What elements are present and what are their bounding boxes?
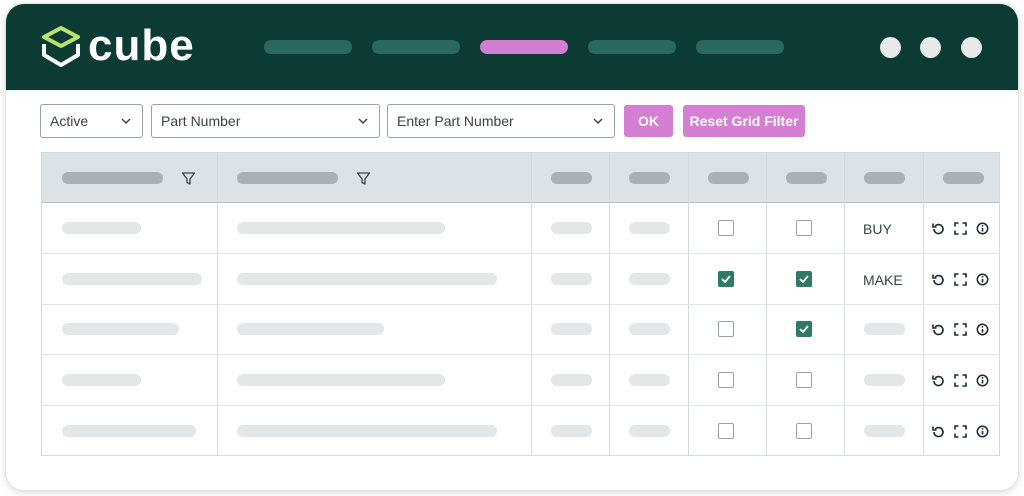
row-divider: [42, 304, 999, 305]
status-select-value: Active: [50, 113, 89, 129]
chevron-down-icon: [121, 118, 131, 125]
cell-placeholder: [551, 323, 592, 335]
row-4-col5-checkbox[interactable]: [718, 372, 734, 388]
row-3-col6-checkbox[interactable]: [796, 321, 812, 337]
cell-placeholder: [864, 374, 905, 386]
cell-placeholder: [62, 374, 141, 386]
filter-icon[interactable]: [181, 171, 196, 186]
cell-placeholder: [62, 222, 141, 234]
row-2-col6-checkbox[interactable]: [796, 271, 812, 287]
field-select-value: Part Number: [161, 113, 241, 129]
nav-item-4[interactable]: [588, 40, 676, 54]
cell-placeholder: [237, 273, 497, 285]
cell-placeholder: [629, 323, 670, 335]
cell-placeholder: [237, 323, 384, 335]
refresh-icon[interactable]: [932, 273, 945, 286]
checkmark-icon: [799, 275, 809, 283]
column-header-4[interactable]: [629, 172, 670, 184]
checkmark-icon: [721, 275, 731, 283]
cell-placeholder: [629, 273, 670, 285]
cell-placeholder: [551, 374, 592, 386]
cell-placeholder: [551, 222, 592, 234]
expand-icon[interactable]: [954, 425, 967, 438]
nav-item-5[interactable]: [696, 40, 784, 54]
grid-header: [42, 153, 999, 203]
refresh-icon[interactable]: [932, 374, 945, 387]
info-icon[interactable]: [976, 222, 989, 235]
info-icon[interactable]: [976, 323, 989, 336]
cell-placeholder: [237, 374, 445, 386]
column-header-7[interactable]: [864, 172, 905, 184]
cube-logo-icon: [42, 26, 80, 67]
chevron-down-icon: [593, 118, 603, 125]
cell-placeholder: [62, 273, 202, 285]
row-4-col6-checkbox[interactable]: [796, 372, 812, 388]
row-2-col5-checkbox[interactable]: [718, 271, 734, 287]
column-header-3[interactable]: [551, 172, 592, 184]
cell-placeholder: [864, 323, 905, 335]
column-header-8[interactable]: [943, 172, 984, 184]
row-1-col5-checkbox[interactable]: [718, 220, 734, 236]
refresh-icon[interactable]: [932, 425, 945, 438]
nav-item-3-active[interactable]: [480, 40, 568, 54]
info-icon[interactable]: [976, 273, 989, 286]
nav-item-1[interactable]: [264, 40, 352, 54]
cell-placeholder: [629, 374, 670, 386]
cell-placeholder: [237, 425, 497, 437]
cell-placeholder: [62, 425, 196, 437]
row-5-col5-checkbox[interactable]: [718, 423, 734, 439]
brand-name: cube: [88, 21, 195, 70]
cell-placeholder: [864, 425, 905, 437]
info-icon[interactable]: [976, 374, 989, 387]
row-1-type: BUY: [863, 221, 892, 237]
column-header-1[interactable]: [62, 172, 163, 184]
expand-icon[interactable]: [954, 374, 967, 387]
part-number-placeholder: Enter Part Number: [397, 113, 514, 129]
nav-item-2[interactable]: [372, 40, 460, 54]
cell-placeholder: [551, 273, 592, 285]
window-control-2[interactable]: [920, 37, 941, 58]
expand-icon[interactable]: [954, 323, 967, 336]
cell-placeholder: [62, 323, 179, 335]
part-number-select[interactable]: Enter Part Number: [387, 104, 615, 138]
field-select[interactable]: Part Number: [151, 104, 380, 138]
row-5-col6-checkbox[interactable]: [796, 423, 812, 439]
refresh-icon[interactable]: [932, 323, 945, 336]
app-header: cube: [6, 4, 1018, 90]
ok-button[interactable]: OK: [624, 105, 673, 137]
checkmark-icon: [799, 325, 809, 333]
row-1-col6-checkbox[interactable]: [796, 220, 812, 236]
expand-icon[interactable]: [954, 273, 967, 286]
window-control-1[interactable]: [880, 37, 901, 58]
row-2-type: MAKE: [863, 272, 903, 288]
status-select[interactable]: Active: [40, 104, 143, 138]
expand-icon[interactable]: [954, 222, 967, 235]
app-window: cube Active Part Number Enter Part Numbe…: [6, 4, 1018, 490]
row-divider: [42, 405, 999, 406]
info-icon[interactable]: [976, 425, 989, 438]
cell-placeholder: [629, 222, 670, 234]
window-control-3[interactable]: [961, 37, 982, 58]
reset-grid-filter-button[interactable]: Reset Grid Filter: [683, 105, 805, 137]
column-header-5[interactable]: [708, 172, 749, 184]
refresh-icon[interactable]: [932, 222, 945, 235]
column-header-2[interactable]: [237, 172, 338, 184]
row-divider: [42, 253, 999, 254]
chevron-down-icon: [358, 118, 368, 125]
cell-placeholder: [237, 222, 445, 234]
column-header-6[interactable]: [786, 172, 827, 184]
row-divider: [42, 354, 999, 355]
data-grid: BUY MAKE: [41, 152, 1000, 456]
row-3-col5-checkbox[interactable]: [718, 321, 734, 337]
cell-placeholder: [629, 425, 670, 437]
filter-icon[interactable]: [356, 171, 371, 186]
cell-placeholder: [551, 425, 592, 437]
